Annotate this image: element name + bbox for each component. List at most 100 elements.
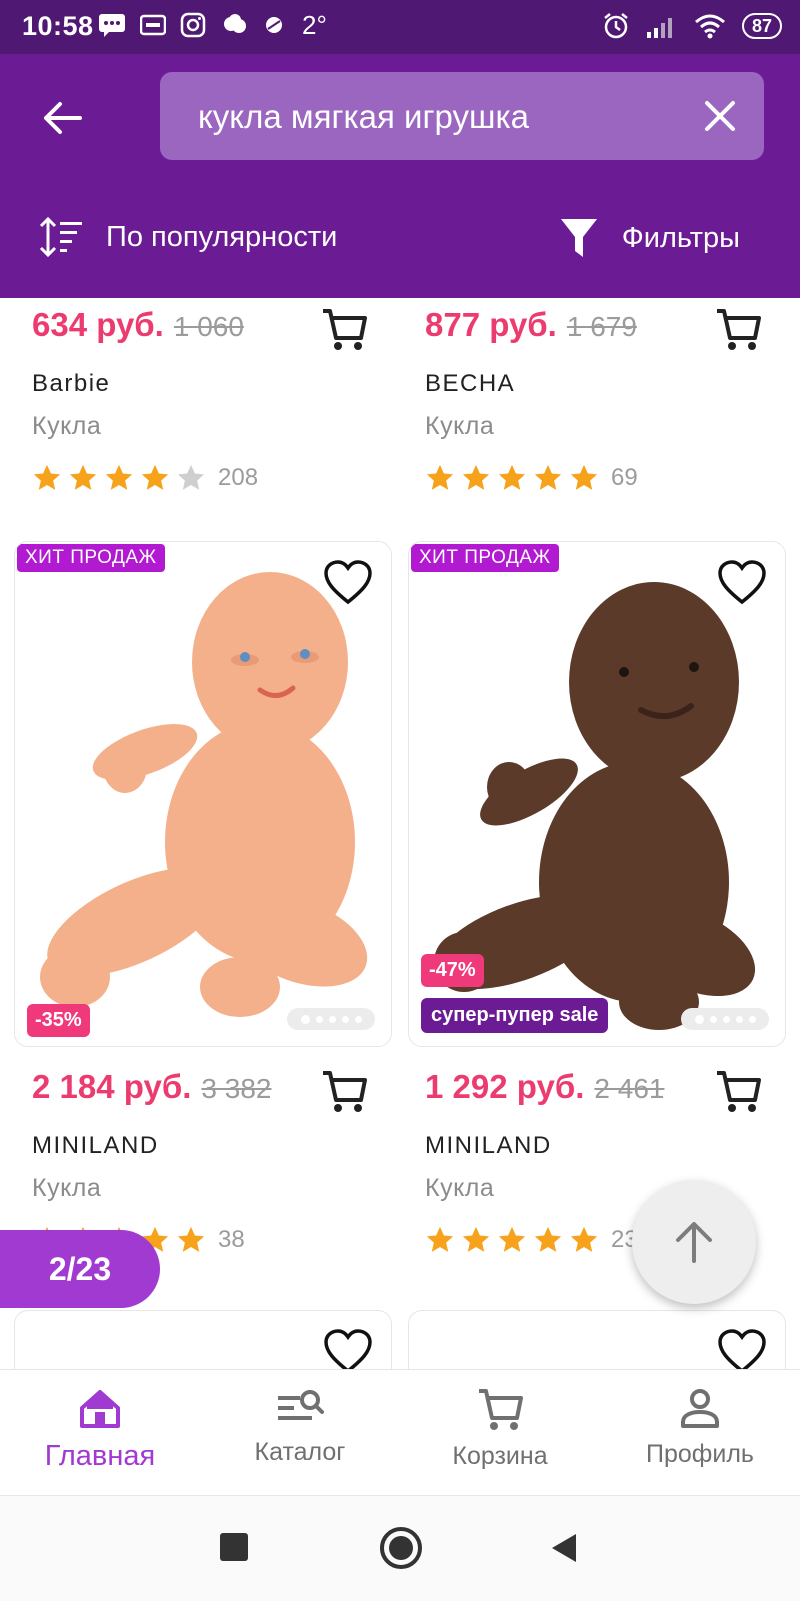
star-icon (177, 1226, 205, 1252)
nav-label: Корзина (452, 1442, 548, 1470)
price: 1 292 руб. (425, 1068, 585, 1105)
nav-catalog[interactable]: Каталог (200, 1370, 400, 1496)
doll-image-light (15, 542, 391, 1046)
cart-icon (717, 309, 761, 350)
cart-icon (717, 1071, 761, 1112)
old-price: 2 461 (594, 1073, 665, 1104)
product-type: Кукла (32, 412, 102, 440)
star-icon (570, 464, 598, 490)
clear-search-button[interactable] (698, 94, 742, 138)
alarm-icon (604, 13, 628, 39)
arrow-left-icon (44, 102, 82, 134)
star-icon (498, 1226, 526, 1252)
home-dot-icon (389, 1536, 413, 1560)
product-type: Кукла (32, 1174, 102, 1202)
heart-icon (324, 560, 372, 605)
brand: MINILAND (32, 1132, 159, 1159)
star-icon (462, 1226, 490, 1252)
bestseller-badge: ХИТ ПРОДАЖ (17, 544, 165, 572)
promo-badge: супер-пупер sale (421, 998, 609, 1033)
card-icon (140, 14, 166, 36)
rating: 69 (425, 463, 765, 493)
nav-cart[interactable]: Корзина (400, 1370, 600, 1496)
funnel-icon (560, 219, 597, 257)
search-box (160, 72, 764, 162)
review-count: 38 (218, 1226, 245, 1253)
status-time: 10:58 (22, 11, 94, 41)
star-icon (534, 464, 562, 490)
recent-apps-button[interactable] (220, 1533, 248, 1561)
wifi-icon (694, 14, 725, 39)
star-icon (498, 464, 526, 490)
cart-icon (479, 1389, 523, 1430)
brand: Barbie (32, 370, 111, 397)
nav-label: Главная (44, 1440, 156, 1472)
notification-icons (98, 12, 284, 38)
search-input[interactable] (196, 72, 680, 162)
filters-button[interactable]: Фильтры (560, 217, 740, 259)
star-icon (69, 464, 97, 490)
star-icon (426, 464, 454, 490)
system-icons: 87 (602, 12, 782, 40)
image-pager-dots (287, 1008, 375, 1030)
star-icon (570, 1226, 598, 1252)
nav-profile[interactable]: Профиль (600, 1370, 800, 1496)
star-empty-icon (177, 464, 205, 490)
signal-icon (646, 18, 672, 38)
old-price: 1 060 (173, 311, 244, 342)
product-card[interactable]: ХИТ ПРОДАЖ -35% (14, 541, 392, 1047)
sort-button[interactable]: По популярности (38, 217, 337, 257)
price: 2 184 руб. (32, 1068, 192, 1105)
nav-label: Профиль (646, 1440, 754, 1468)
brand: MINILAND (425, 1132, 552, 1159)
catalog-search-icon (278, 1390, 324, 1420)
status-temperature: 2° (302, 10, 327, 40)
message-icon (99, 14, 125, 37)
sort-icon (39, 217, 82, 257)
battery-indicator: 87 (741, 13, 782, 39)
add-to-cart-button[interactable] (316, 1064, 372, 1120)
image-pager-dots (681, 1008, 769, 1030)
status-bar: 10:58 2° 87 (0, 0, 800, 54)
bottom-navigation: Главная Каталог Корзина Профиль (0, 1369, 800, 1496)
cart-icon (323, 1071, 367, 1112)
product-type: Кукла (425, 412, 495, 440)
page-indicator: 2/23 (0, 1230, 160, 1308)
favorite-button[interactable] (717, 560, 767, 606)
price: 877 руб. (425, 306, 557, 343)
star-icon (462, 464, 490, 490)
star-icon (33, 464, 61, 490)
sort-label: По популярности (106, 220, 338, 253)
price: 634 руб. (32, 306, 164, 343)
back-triangle-icon[interactable] (550, 1532, 578, 1564)
rating: 208 (32, 463, 372, 493)
add-to-cart-button[interactable] (316, 302, 372, 358)
product-card[interactable]: ХИТ ПРОДАЖ -47% супер-пупер sale (408, 541, 786, 1047)
instagram-icon (180, 12, 206, 38)
star-icon (105, 464, 133, 490)
weather-icon (224, 14, 246, 33)
arrow-up-icon (676, 1222, 712, 1263)
cart-icon (323, 309, 367, 350)
bestseller-badge: ХИТ ПРОДАЖ (411, 544, 559, 572)
old-price: 3 382 (201, 1073, 272, 1104)
home-icon (80, 1390, 120, 1428)
star-icon (426, 1226, 454, 1252)
nav-label: Каталог (254, 1438, 346, 1466)
heart-icon (718, 560, 766, 605)
discount-badge: -35% (27, 1004, 90, 1037)
back-button[interactable] (36, 92, 88, 144)
product-row-top: 634 руб. 1 060 Barbie Кукла 208 877 руб.… (0, 298, 800, 528)
old-price: 1 679 (566, 311, 637, 342)
scroll-to-top-button[interactable] (632, 1180, 756, 1304)
add-to-cart-button[interactable] (710, 1064, 766, 1120)
favorite-button[interactable] (323, 560, 373, 606)
discount-badge: -47% (421, 954, 484, 987)
close-icon (705, 101, 735, 131)
brand: ВЕСНА (425, 370, 516, 397)
add-to-cart-button[interactable] (710, 302, 766, 358)
app-header: По популярности Фильтры (0, 54, 800, 298)
home-system-button[interactable] (380, 1527, 422, 1569)
review-count: 208 (218, 464, 259, 491)
nav-home[interactable]: Главная (0, 1370, 200, 1496)
